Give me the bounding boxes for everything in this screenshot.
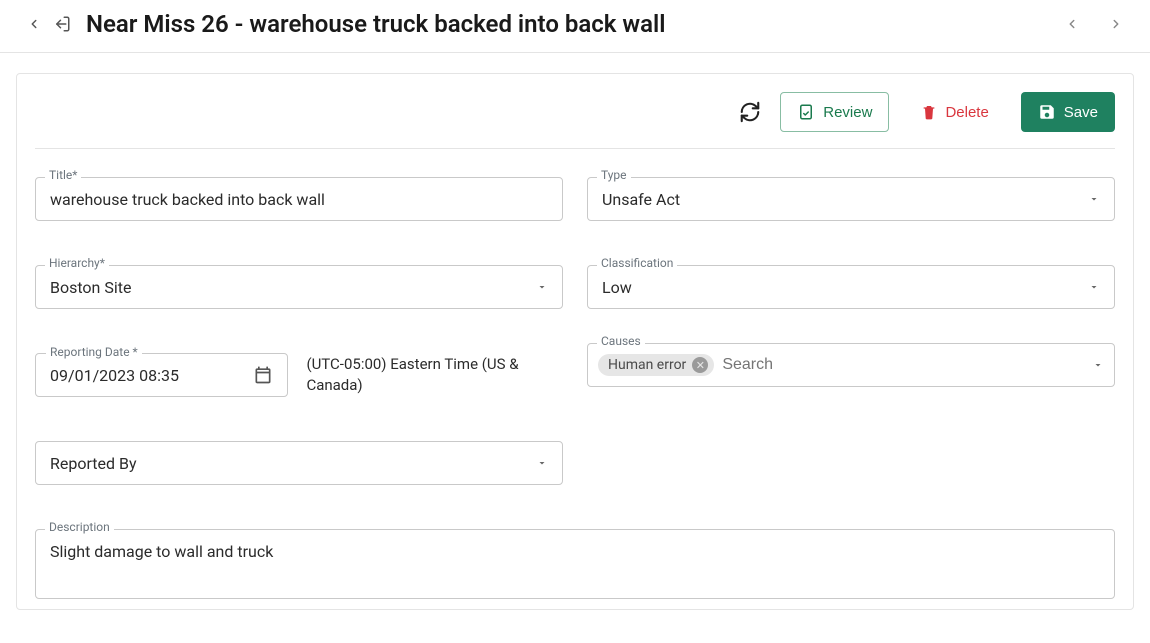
description-field: Description Slight damage to wall and tr… (35, 529, 1115, 599)
timezone-text: (UTC-05:00) Eastern Time (US & Canada) (306, 354, 563, 396)
classification-field: Classification Low (587, 265, 1115, 309)
chip-remove-icon[interactable]: ✕ (692, 357, 708, 373)
prev-record-icon[interactable] (1058, 10, 1086, 38)
reporting-date-label: Reporting Date * (46, 345, 142, 359)
chevron-down-icon (536, 281, 548, 293)
type-select[interactable]: Unsafe Act (587, 177, 1115, 221)
description-textarea[interactable]: Slight damage to wall and truck (35, 529, 1115, 599)
chevron-down-icon (1088, 281, 1100, 293)
reporting-date-input[interactable]: Reporting Date * 09/01/2023 08:35 (35, 353, 288, 397)
causes-select[interactable]: Human error ✕ (587, 343, 1115, 387)
classification-select[interactable]: Low (587, 265, 1115, 309)
exit-icon[interactable] (48, 10, 76, 38)
causes-field: Causes Human error ✕ (587, 343, 1115, 397)
next-record-icon[interactable] (1102, 10, 1130, 38)
title-label: Title* (45, 168, 81, 182)
top-bar: Near Miss 26 - warehouse truck backed in… (0, 0, 1150, 53)
review-label: Review (823, 104, 872, 121)
action-row: Review Delete Save (35, 92, 1115, 149)
save-icon (1038, 103, 1056, 121)
description-label: Description (45, 520, 114, 534)
hierarchy-label: Hierarchy* (45, 256, 109, 270)
save-label: Save (1064, 104, 1098, 121)
calendar-icon[interactable] (253, 365, 273, 385)
title-field: Title* warehouse truck backed into back … (35, 177, 563, 221)
clipboard-icon (797, 103, 815, 121)
back-icon[interactable] (20, 10, 48, 38)
save-button[interactable]: Save (1021, 92, 1115, 132)
delete-button[interactable]: Delete (905, 93, 1004, 131)
causes-label: Causes (597, 334, 645, 348)
trash-icon (921, 103, 937, 121)
type-field: Type Unsafe Act (587, 177, 1115, 221)
hierarchy-field: Hierarchy* Boston Site (35, 265, 563, 309)
page-title: Near Miss 26 - warehouse truck backed in… (86, 10, 1058, 38)
review-button[interactable]: Review (780, 92, 889, 132)
chevron-down-icon (1088, 193, 1100, 205)
cause-chip: Human error ✕ (598, 354, 714, 376)
reporting-date-field: Reporting Date * 09/01/2023 08:35 (UTC-0… (35, 353, 563, 397)
title-input[interactable]: warehouse truck backed into back wall (35, 177, 563, 221)
reported-by-field: Reported By (35, 441, 563, 485)
reported-by-select[interactable]: Reported By (35, 441, 563, 485)
chevron-down-icon (1092, 359, 1104, 371)
classification-label: Classification (597, 256, 677, 270)
type-label: Type (597, 168, 631, 182)
form-grid: Title* warehouse truck backed into back … (35, 149, 1115, 599)
chevron-down-icon (536, 457, 548, 469)
causes-search-input[interactable] (722, 356, 1084, 374)
refresh-icon[interactable] (736, 98, 764, 126)
hierarchy-select[interactable]: Boston Site (35, 265, 563, 309)
delete-label: Delete (945, 104, 988, 121)
form-card: Review Delete Save Title* warehouse truc… (16, 73, 1134, 610)
